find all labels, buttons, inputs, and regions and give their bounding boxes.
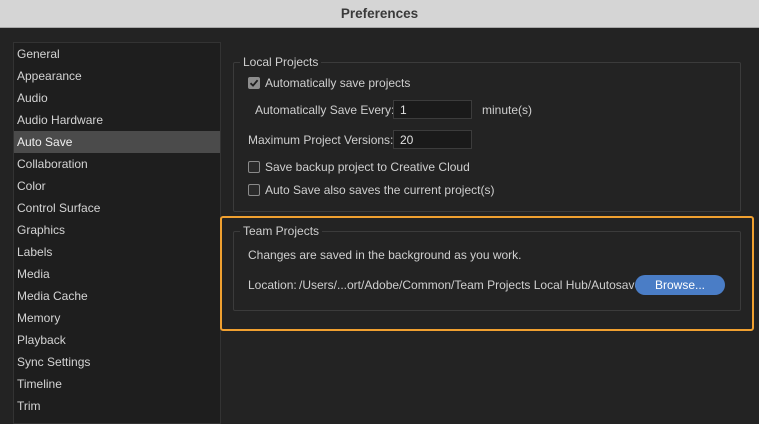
location-path: /Users/...ort/Adobe/Common/Team Projects… — [299, 278, 648, 292]
sidebar-item-media-cache[interactable]: Media Cache — [14, 285, 220, 307]
title-bar: Preferences — [0, 0, 759, 28]
max-versions-input[interactable]: 20 — [393, 130, 472, 149]
sidebar-item-trim[interactable]: Trim — [14, 395, 220, 417]
sidebar-item-general[interactable]: General — [14, 43, 220, 65]
browse-button[interactable]: Browse... — [635, 275, 725, 295]
auto-save-projects-row[interactable]: Automatically save projects — [248, 75, 410, 91]
location-label: Location: — [248, 278, 297, 292]
sidebar-item-timeline[interactable]: Timeline — [14, 373, 220, 395]
save-every-label: Automatically Save Every: — [255, 103, 395, 117]
sidebar-item-media[interactable]: Media — [14, 263, 220, 285]
local-projects-title: Local Projects — [240, 55, 322, 69]
save-current-project-label: Auto Save also saves the current project… — [265, 183, 495, 197]
backup-cloud-label: Save backup project to Creative Cloud — [265, 160, 470, 174]
backup-cloud-checkbox[interactable] — [248, 161, 260, 173]
sidebar-item-audio-hardware[interactable]: Audio Hardware — [14, 109, 220, 131]
sidebar-item-audio[interactable]: Audio — [14, 87, 220, 109]
sidebar-item-graphics[interactable]: Graphics — [14, 219, 220, 241]
backup-cloud-row[interactable]: Save backup project to Creative Cloud — [248, 159, 470, 175]
sidebar-item-memory[interactable]: Memory — [14, 307, 220, 329]
window-title: Preferences — [340, 6, 419, 21]
max-versions-label: Maximum Project Versions: — [248, 133, 394, 147]
team-projects-description: Changes are saved in the background as y… — [248, 248, 522, 262]
sidebar-item-color[interactable]: Color — [14, 175, 220, 197]
preferences-sidebar: General Appearance Audio Audio Hardware … — [13, 42, 221, 424]
auto-save-projects-checkbox[interactable] — [248, 77, 260, 89]
sidebar-item-sync-settings[interactable]: Sync Settings — [14, 351, 220, 373]
save-current-project-row[interactable]: Auto Save also saves the current project… — [248, 182, 494, 198]
sidebar-item-labels[interactable]: Labels — [14, 241, 220, 263]
sidebar-item-playback[interactable]: Playback — [14, 329, 220, 351]
save-every-input[interactable]: 1 — [393, 100, 472, 119]
auto-save-projects-label: Automatically save projects — [265, 76, 411, 90]
sidebar-item-appearance[interactable]: Appearance — [14, 65, 220, 87]
sidebar-item-collaboration[interactable]: Collaboration — [14, 153, 220, 175]
sidebar-item-auto-save[interactable]: Auto Save — [14, 131, 220, 153]
sidebar-item-control-surface[interactable]: Control Surface — [14, 197, 220, 219]
save-every-unit: minute(s) — [482, 103, 533, 117]
team-projects-title: Team Projects — [240, 224, 323, 238]
checkmark-icon — [249, 79, 259, 87]
team-projects-group: Team Projects — [233, 224, 741, 311]
save-current-project-checkbox[interactable] — [248, 184, 260, 196]
